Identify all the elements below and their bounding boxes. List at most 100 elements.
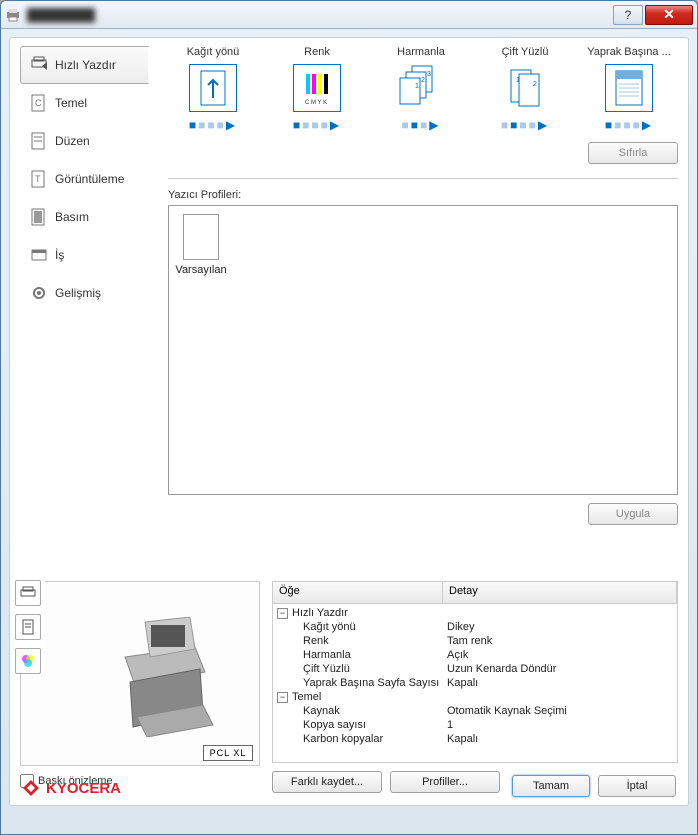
sidebar: Hızlı Yazdır C Temel Düzen T Görüntüleme… bbox=[20, 46, 150, 571]
profiles-list[interactable]: Varsayılan bbox=[168, 205, 678, 495]
publishing-icon bbox=[29, 208, 49, 226]
titlebar: ████████ ? ✕ bbox=[1, 1, 697, 29]
layout-icon bbox=[29, 132, 49, 150]
table-row[interactable]: −Temel bbox=[273, 690, 677, 704]
help-button[interactable]: ? bbox=[613, 5, 643, 25]
cell-detail: Kapalı bbox=[447, 677, 673, 689]
tab-quick-print[interactable]: Hızlı Yazdır bbox=[20, 46, 150, 84]
cell-detail bbox=[447, 607, 673, 619]
svg-text:2: 2 bbox=[421, 77, 425, 84]
view-page-icon[interactable] bbox=[15, 614, 41, 640]
option-collate[interactable]: Harmanla 321 ■■■▶ bbox=[376, 46, 466, 132]
cell-item: Yaprak Başına Sayfa Sayısı bbox=[303, 677, 439, 689]
table-row[interactable]: HarmanlaAçık bbox=[273, 648, 677, 662]
view-color-icon[interactable] bbox=[15, 648, 41, 674]
gear-icon bbox=[29, 285, 49, 301]
option-color[interactable]: Renk C M Y K ■■■■▶ bbox=[272, 46, 362, 132]
close-button[interactable]: ✕ bbox=[645, 5, 693, 25]
window-buttons: ? ✕ bbox=[613, 5, 693, 25]
option-label: Kağıt yönü bbox=[168, 46, 258, 58]
reset-button[interactable]: Sıfırla bbox=[588, 142, 678, 164]
cell-detail: Uzun Kenarda Döndür bbox=[447, 663, 673, 675]
cell-detail: Otomatik Kaynak Seçimi bbox=[447, 705, 673, 717]
tab-basic[interactable]: C Temel bbox=[20, 84, 150, 122]
profiles-button[interactable]: Profiller... bbox=[390, 771, 500, 793]
color-icon: C M Y K bbox=[293, 64, 341, 112]
svg-text:T: T bbox=[35, 174, 41, 184]
job-icon bbox=[29, 247, 49, 263]
tab-layout[interactable]: Düzen bbox=[20, 122, 150, 160]
top-pane: Hızlı Yazdır C Temel Düzen T Görüntüleme… bbox=[20, 46, 678, 571]
svg-text:3: 3 bbox=[427, 71, 431, 78]
option-orientation[interactable]: Kağıt yönü ■■■■▶ bbox=[168, 46, 258, 132]
tab-label: Basım bbox=[55, 210, 89, 224]
pages-icon bbox=[605, 64, 653, 112]
tab-label: Hızlı Yazdır bbox=[55, 58, 116, 72]
profile-name: Varsayılan bbox=[175, 264, 226, 276]
table-body[interactable]: −Hızlı YazdırKağıt yönü DikeyRenkTam renk… bbox=[273, 604, 677, 762]
table-row[interactable]: RenkTam renk bbox=[273, 634, 677, 648]
table-row[interactable]: −Hızlı Yazdır bbox=[273, 606, 677, 620]
printer-image bbox=[95, 617, 235, 737]
tab-label: Görüntüleme bbox=[55, 172, 124, 186]
cell-item: Kopya sayısı bbox=[303, 719, 366, 731]
bottom-pane: PCL XL Baskı önizleme Öğe Detay bbox=[20, 581, 678, 793]
kyocera-logo-icon bbox=[22, 779, 40, 797]
dialog-window: ████████ ? ✕ Hızlı Yazdır C Temel Düzen bbox=[0, 0, 698, 835]
option-pages-per-sheet[interactable]: Yaprak Başına ... ■■■■▶ bbox=[584, 46, 674, 132]
table-row[interactable]: KaynakOtomatik Kaynak Seçimi bbox=[273, 704, 677, 718]
column-item[interactable]: Öğe bbox=[273, 582, 443, 603]
svg-text:C: C bbox=[35, 98, 42, 108]
table-row[interactable]: Kopya sayısı 1 bbox=[273, 718, 677, 732]
brand: KYOCERA bbox=[22, 779, 121, 797]
table-row[interactable]: Çift YüzlüUzun Kenarda Döndür bbox=[273, 662, 677, 676]
table-row[interactable]: Kağıt yönü Dikey bbox=[273, 620, 677, 634]
save-as-button[interactable]: Farklı kaydet... bbox=[272, 771, 382, 793]
option-label: Renk bbox=[272, 46, 362, 58]
pcl-badge: PCL XL bbox=[203, 745, 253, 761]
brand-name: KYOCERA bbox=[46, 780, 121, 797]
svg-text:1: 1 bbox=[516, 77, 520, 84]
tab-label: Gelişmiş bbox=[55, 286, 101, 300]
tab-label: İş bbox=[55, 248, 64, 262]
option-label: Yaprak Başına ... bbox=[584, 46, 674, 58]
svg-text:C M Y K: C M Y K bbox=[305, 100, 327, 106]
basic-icon: C bbox=[29, 94, 49, 112]
cell-item: Karbon kopyalar bbox=[303, 733, 383, 745]
option-label: Çift Yüzlü bbox=[480, 46, 570, 58]
window-title: ████████ bbox=[27, 8, 95, 22]
svg-text:1: 1 bbox=[415, 83, 419, 90]
option-label: Harmanla bbox=[376, 46, 466, 58]
cell-item: Renk bbox=[303, 635, 329, 647]
option-stepper: ■■■■▶ bbox=[293, 118, 341, 132]
column-detail[interactable]: Detay bbox=[443, 582, 677, 603]
cancel-button[interactable]: İptal bbox=[598, 775, 676, 797]
cell-detail: Dikey bbox=[447, 621, 673, 633]
profiles-label: Yazıcı Profileri: bbox=[168, 189, 678, 201]
cell-item: Hızlı Yazdır bbox=[292, 607, 348, 619]
apply-button[interactable]: Uygula bbox=[588, 503, 678, 525]
cell-detail: 1 bbox=[447, 719, 673, 731]
table-header: Öğe Detay bbox=[273, 582, 677, 604]
tab-job[interactable]: İş bbox=[20, 236, 150, 274]
cell-item: Kağıt yönü bbox=[303, 621, 356, 633]
quick-print-icon bbox=[29, 56, 49, 74]
dialog-body: Hızlı Yazdır C Temel Düzen T Görüntüleme… bbox=[9, 37, 689, 806]
tab-publishing[interactable]: Basım bbox=[20, 198, 150, 236]
cell-item: Harmanla bbox=[303, 649, 351, 661]
option-stepper: ■■■▶ bbox=[402, 118, 441, 132]
tab-label: Temel bbox=[55, 96, 87, 110]
settings-table: Öğe Detay −Hızlı YazdırKağıt yönüDikeyRe… bbox=[272, 581, 678, 763]
table-row[interactable]: Karbon kopyalarKapalı bbox=[273, 732, 677, 746]
tab-imaging[interactable]: T Görüntüleme bbox=[20, 160, 150, 198]
tab-label: Düzen bbox=[55, 134, 90, 148]
option-duplex[interactable]: Çift Yüzlü 12 ■■■■▶ bbox=[480, 46, 570, 132]
cell-item: Temel bbox=[292, 691, 321, 703]
profile-default[interactable]: Varsayılan bbox=[177, 214, 225, 276]
main-panel: Kağıt yönü ■■■■▶ Renk C M Y K ■■■■▶ Harm… bbox=[150, 46, 678, 571]
table-row[interactable]: Yaprak Başına Sayfa Sayısı Kapalı bbox=[273, 676, 677, 690]
ok-button[interactable]: Tamam bbox=[512, 775, 590, 797]
dialog-buttons: Tamam İptal bbox=[512, 775, 676, 797]
tab-advanced[interactable]: Gelişmiş bbox=[20, 274, 150, 312]
view-printer-icon[interactable] bbox=[15, 580, 41, 606]
